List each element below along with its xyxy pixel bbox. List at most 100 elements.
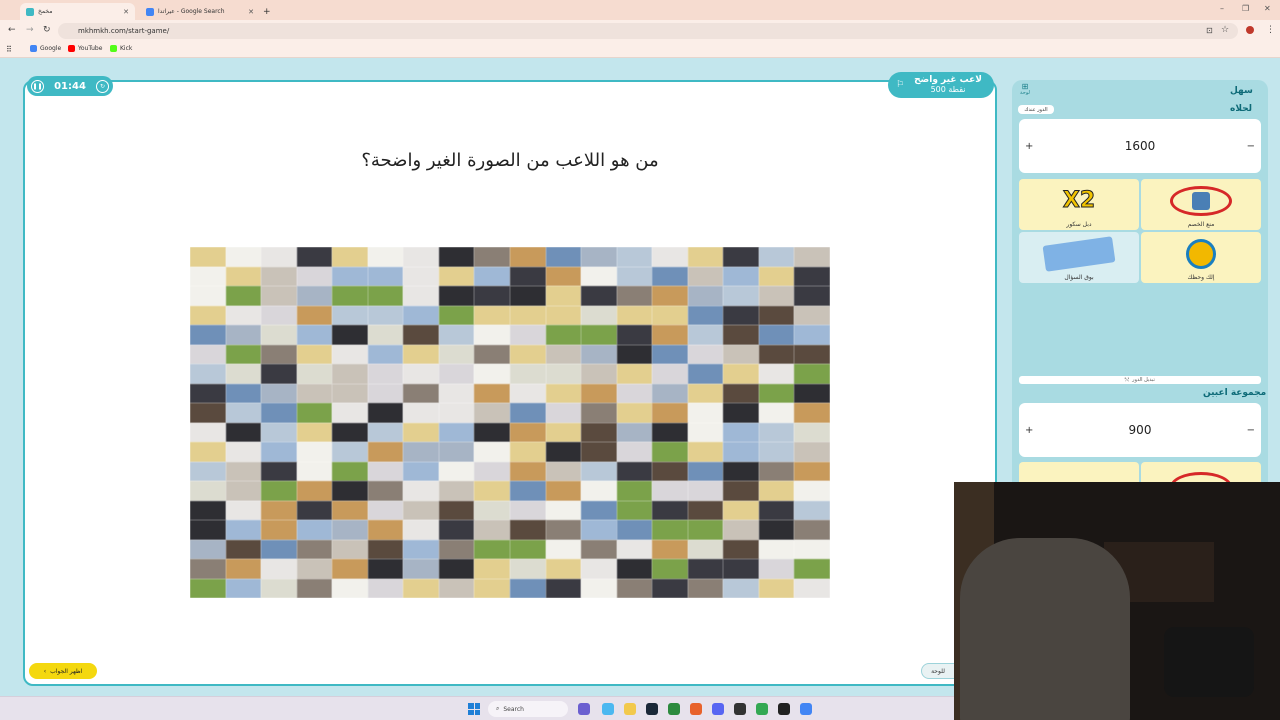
- tool-caption: بوق السؤال: [1064, 274, 1094, 281]
- puzzle-tile: [296, 305, 333, 325]
- install-icon[interactable]: ⊡: [1206, 26, 1213, 35]
- team-2-tools: [1019, 462, 1261, 484]
- luck-wheel-tool[interactable]: إلك وحظك: [1141, 232, 1261, 283]
- puzzle-tile: [616, 364, 653, 384]
- puzzle-tile: [474, 364, 510, 384]
- new-tab-button[interactable]: +: [260, 3, 274, 20]
- browser-tab-strip: مخمخ ✕ عيراتدا - Google Search ✕ + – ❐ ✕: [0, 0, 1280, 20]
- puzzle-tile: [367, 559, 404, 579]
- windows-start-icon[interactable]: [468, 703, 480, 715]
- puzzle-tile: [474, 383, 510, 403]
- puzzle-tile: [616, 403, 653, 423]
- back-icon[interactable]: ←: [8, 25, 16, 35]
- puzzle-tile: [438, 559, 475, 579]
- puzzle-tile: [225, 481, 262, 501]
- puzzle-tile: [545, 325, 582, 345]
- puzzle-tile: [616, 578, 653, 598]
- puzzle-tile: [545, 461, 582, 481]
- puzzle-tile: [581, 325, 617, 345]
- puzzle-tile: [474, 500, 510, 520]
- reset-icon[interactable]: ↻: [96, 79, 109, 93]
- tab-google-search[interactable]: عيراتدا - Google Search ✕: [140, 3, 260, 20]
- puzzle-tile: [190, 247, 226, 267]
- block-opponent-tool[interactable]: [1141, 462, 1261, 484]
- xbox-icon[interactable]: [668, 703, 680, 715]
- puzzle-tile: [261, 500, 297, 520]
- puzzle-tile: [687, 442, 724, 462]
- puzzle-tile: [332, 383, 368, 403]
- puzzle-tile: [261, 247, 297, 267]
- puzzle-tile: [794, 344, 830, 364]
- puzzle-tile: [794, 481, 830, 501]
- puzzle-tile: [510, 364, 546, 384]
- puzzle-tile: [758, 364, 795, 384]
- back-to-board-button[interactable]: للوحة: [921, 663, 955, 679]
- puzzle-tile: [438, 442, 475, 462]
- puzzle-tile: [367, 344, 404, 364]
- chrome-active-icon[interactable]: [800, 703, 812, 715]
- puzzle-tile: [687, 481, 724, 501]
- copilot-icon[interactable]: [602, 703, 614, 715]
- puzzle-tile: [616, 422, 653, 442]
- minimize-button[interactable]: –: [1220, 4, 1224, 13]
- decrease-score-button[interactable]: −: [1247, 425, 1255, 436]
- google-icon: [30, 45, 37, 52]
- double-score-tool[interactable]: X2 دبل سكور: [1019, 179, 1139, 230]
- bookmark-youtube[interactable]: YouTube: [68, 45, 102, 52]
- puzzle-tile: [474, 305, 510, 325]
- double-score-tool[interactable]: [1019, 462, 1139, 484]
- steam-icon[interactable]: [646, 703, 658, 715]
- menu-icon[interactable]: ⋮: [1266, 25, 1275, 35]
- firefox-icon[interactable]: [690, 703, 702, 715]
- puzzle-tile: [403, 461, 439, 481]
- board-link[interactable]: ⊞ لوحة: [1018, 83, 1032, 97]
- decrease-score-button[interactable]: −: [1247, 141, 1255, 152]
- discord-icon[interactable]: [712, 703, 724, 715]
- increase-score-button[interactable]: +: [1025, 141, 1033, 152]
- puzzle-tile: [367, 520, 404, 540]
- profile-avatar[interactable]: [1246, 26, 1254, 34]
- puzzle-tile: [652, 403, 688, 423]
- puzzle-tile: [225, 500, 262, 520]
- close-window-button[interactable]: ✕: [1264, 4, 1271, 13]
- puzzle-tile: [367, 539, 404, 559]
- puzzle-tile: [474, 286, 510, 306]
- bookmark-kick[interactable]: Kick: [110, 45, 132, 52]
- apps-grid-icon[interactable]: ⠿: [6, 45, 12, 54]
- puzzle-tile: [438, 305, 475, 325]
- address-bar[interactable]: mkhmkh.com/start-game/: [58, 23, 1238, 39]
- puzzle-tile: [403, 325, 439, 345]
- block-opponent-tool[interactable]: منع الخصم: [1141, 179, 1261, 230]
- show-answer-button[interactable]: ‹ اظهر الجواب: [29, 663, 97, 679]
- obs-icon[interactable]: [778, 703, 790, 715]
- widgets-icon[interactable]: [578, 703, 590, 715]
- puzzle-tile: [225, 559, 262, 579]
- reload-icon[interactable]: ↻: [43, 25, 51, 35]
- pause-icon[interactable]: ❚❚: [31, 79, 44, 93]
- puzzle-tile: [616, 305, 653, 325]
- switch-turn-button[interactable]: ⤲ تبديل الدور: [1019, 376, 1261, 384]
- chrome-icon[interactable]: [756, 703, 768, 715]
- close-tab-icon[interactable]: ✕: [248, 8, 254, 16]
- close-tab-icon[interactable]: ✕: [123, 8, 129, 16]
- puzzle-tile: [261, 344, 297, 364]
- forward-icon[interactable]: →: [26, 25, 34, 35]
- puzzle-tile: [545, 559, 582, 579]
- maximize-button[interactable]: ❐: [1242, 4, 1249, 13]
- puzzle-tile: [296, 442, 333, 462]
- puzzle-tile: [758, 422, 795, 442]
- tab-mkhmkh[interactable]: مخمخ ✕: [20, 3, 135, 20]
- google-favicon-icon: [146, 7, 154, 16]
- taskbar-search[interactable]: ⌕ Search: [488, 701, 568, 717]
- puzzle-tile: [794, 442, 830, 462]
- puzzle-tile: [687, 364, 724, 384]
- terminal-icon[interactable]: [734, 703, 746, 715]
- puzzle-tile: [225, 344, 262, 364]
- bookmark-google[interactable]: Google: [30, 45, 61, 52]
- file-explorer-icon[interactable]: [624, 703, 636, 715]
- puzzle-tile: [403, 403, 439, 423]
- increase-score-button[interactable]: +: [1025, 425, 1033, 436]
- bookmark-star-icon[interactable]: ☆: [1221, 25, 1229, 35]
- puzzle-tile: [616, 559, 653, 579]
- phone-question-tool[interactable]: بوق السؤال: [1019, 232, 1139, 283]
